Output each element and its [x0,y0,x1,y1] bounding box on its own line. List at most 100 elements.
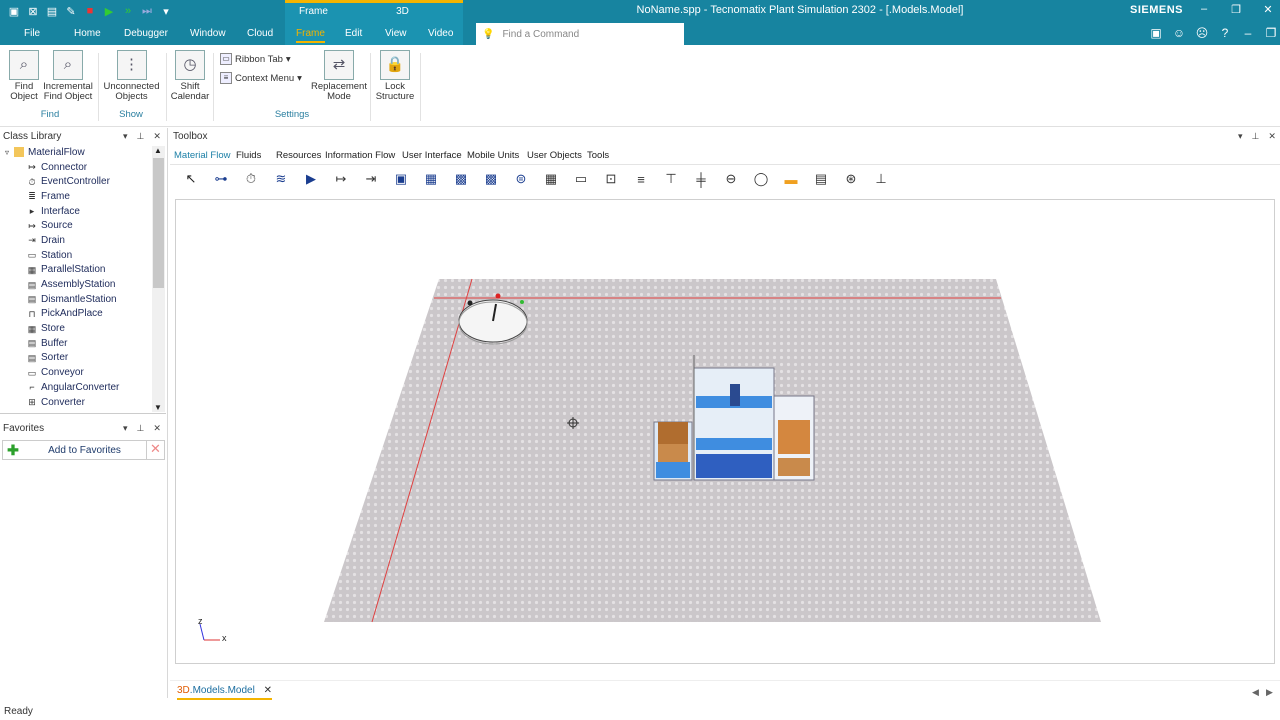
stop-icon[interactable]: ■ [82,3,98,19]
help-icon[interactable]: ? [1217,26,1233,42]
save-as-icon[interactable]: ▤ [44,3,60,19]
document-tab-model[interactable]: 3D.Models.Model ✕ [177,685,272,700]
tree-item[interactable]: ▭ Conveyor [0,365,152,380]
play-icon[interactable]: ▶ [101,3,117,19]
context-menu-button[interactable]: ≡ Context Menu ▾ [220,72,302,84]
tree-item[interactable]: ⌐ AngularConverter [0,380,152,395]
panel-dropdown-icon[interactable]: ▾ [123,423,128,434]
tree-item[interactable]: ⇥ Drain [0,233,152,248]
tree-item[interactable]: ▤ DismantleStation [0,292,152,307]
tree-item[interactable]: ↦ Source [0,218,152,233]
doc-restore-icon[interactable]: ❐ [1263,26,1279,42]
panel-close-icon[interactable]: ✕ [153,131,161,142]
doc-minimize-icon[interactable]: – [1240,26,1256,42]
frame-icon[interactable]: ≋ [266,168,296,190]
panel-close-icon[interactable]: ✕ [1268,131,1276,142]
tree-item-materialflow[interactable]: ▿ MaterialFlow [0,145,152,160]
drain-icon[interactable]: ⇥ [356,168,386,190]
customize-icon[interactable]: ▾ [158,3,174,19]
tree-item[interactable]: ▭ Station [0,248,152,263]
save-icon[interactable]: ▣ [6,3,22,19]
transfer-station-icon[interactable]: ╪ [686,168,716,190]
scroll-down-icon[interactable]: ▼ [154,403,162,412]
incremental-find-object-button[interactable]: ⌕ Incremental Find Object [42,50,94,102]
toolbox-tab-information-flow[interactable]: Information Flow [325,150,395,161]
panel-dropdown-icon[interactable]: ▾ [1238,131,1243,142]
monitor-icon[interactable]: ▣ [1148,26,1164,42]
tab-close-icon[interactable]: ✕ [264,685,272,696]
pin-icon[interactable]: ⊥ [1252,131,1260,142]
tree-item[interactable]: ▤ Sorter [0,351,152,366]
parallel-station-icon[interactable]: ▦ [416,168,446,190]
interface-icon[interactable]: ▶ [296,168,326,190]
tab-frame[interactable]: Frame [296,28,325,43]
lock-structure-button[interactable]: 🔒 Lock Structure [374,50,416,102]
tree-item[interactable]: ▦ Store [0,321,152,336]
tab-window[interactable]: Window [190,28,226,39]
pointer-icon[interactable]: ↖ [176,168,206,190]
sorter-icon[interactable]: ⊡ [596,168,626,190]
tree-item[interactable]: ⏱ EventController [0,174,152,189]
cycle-icon[interactable]: ⊛ [836,168,866,190]
hierarchy-icon[interactable]: ⊥ [866,168,896,190]
dismantle-station-icon[interactable]: ▩ [476,168,506,190]
class-library-scrollbar[interactable]: ▲ ▼ [152,146,165,412]
pin-icon[interactable]: ⊥ [137,423,145,434]
replacement-mode-button[interactable]: ⇄ Replacement Mode [311,50,367,102]
tree-item[interactable]: ⊓ PickAndPlace [0,307,152,322]
tab-file[interactable]: File [24,28,40,39]
tab-debugger[interactable]: Debugger [124,28,168,39]
event-controller-icon[interactable]: ⏱ [236,168,266,190]
tab-cloud[interactable]: Cloud [247,28,273,39]
minimize-icon[interactable]: – [1198,3,1210,16]
toolbox-tab-user-objects[interactable]: User Objects [527,150,582,161]
track-icon[interactable]: ⊖ [716,168,746,190]
collapse-icon[interactable]: ▿ [0,148,14,157]
tree-item[interactable]: ▦ ParallelStation [0,263,152,278]
toolbox-tab-tools[interactable]: Tools [587,150,609,161]
tab-edit[interactable]: Edit [345,28,362,39]
line-icon[interactable]: ▬ [776,168,806,190]
unconnected-objects-button[interactable]: ⋮ Unconnected Objects [104,50,160,102]
panel-close-icon[interactable]: ✕ [153,423,161,434]
scrollbar-thumb[interactable] [153,158,164,288]
tab-home[interactable]: Home [74,28,101,39]
source-icon[interactable]: ↦ [326,168,356,190]
check-icon[interactable]: ✎ [63,3,79,19]
assembly-station-icon[interactable]: ▩ [446,168,476,190]
store-icon[interactable]: ▦ [536,168,566,190]
step-icon[interactable]: ⏭ [139,3,155,19]
pick-and-place-icon[interactable]: ⊜ [506,168,536,190]
turnplate-icon[interactable]: ◯ [746,168,776,190]
smiley-icon[interactable]: ☺ [1171,26,1187,42]
toolbox-tab-fluids[interactable]: Fluids [236,150,261,161]
fast-forward-icon[interactable]: » [120,3,136,19]
toolbox-tab-resources[interactable]: Resources [276,150,321,161]
shift-calendar-button[interactable]: ◷ Shift Calendar [171,50,209,102]
3d-viewport[interactable]: z x [175,199,1275,664]
station-icon[interactable]: ▣ [386,168,416,190]
find-command-input[interactable]: 💡 Find a Command [476,23,684,45]
find-object-button[interactable]: ⌕ Find Object [6,50,42,102]
tree-item[interactable]: ▸ Interface [0,204,152,219]
frown-icon[interactable]: ☹ [1194,26,1210,42]
scroll-right-icon[interactable]: ▶ [1266,687,1273,698]
close-model-icon[interactable]: ⊠ [25,3,41,19]
connector-icon[interactable]: ⊶ [206,168,236,190]
add-to-favorites-button[interactable]: ✚ Add to Favorites ✕ [2,440,165,460]
ribbon-tab-button[interactable]: ▭ Ribbon Tab ▾ [220,53,291,65]
restore-icon[interactable]: ❐ [1230,3,1242,16]
tab-view[interactable]: View [385,28,407,39]
scroll-up-icon[interactable]: ▲ [154,146,162,155]
turntable-icon[interactable]: ⊤ [656,168,686,190]
buffer-icon[interactable]: ▭ [566,168,596,190]
scroll-left-icon[interactable]: ◀ [1252,687,1259,698]
close-icon[interactable]: ✕ [1262,3,1274,16]
panel-dropdown-icon[interactable]: ▾ [123,131,128,142]
remove-favorite-icon[interactable]: ✕ [146,441,164,459]
tab-video[interactable]: Video [428,28,453,39]
tree-item[interactable]: ↦ Connector [0,160,152,175]
toolbox-tab-material-flow[interactable]: Material Flow [174,150,231,161]
toolbox-tab-mobile-units[interactable]: Mobile Units [467,150,519,161]
tree-item[interactable]: ⊞ Converter [0,395,152,410]
